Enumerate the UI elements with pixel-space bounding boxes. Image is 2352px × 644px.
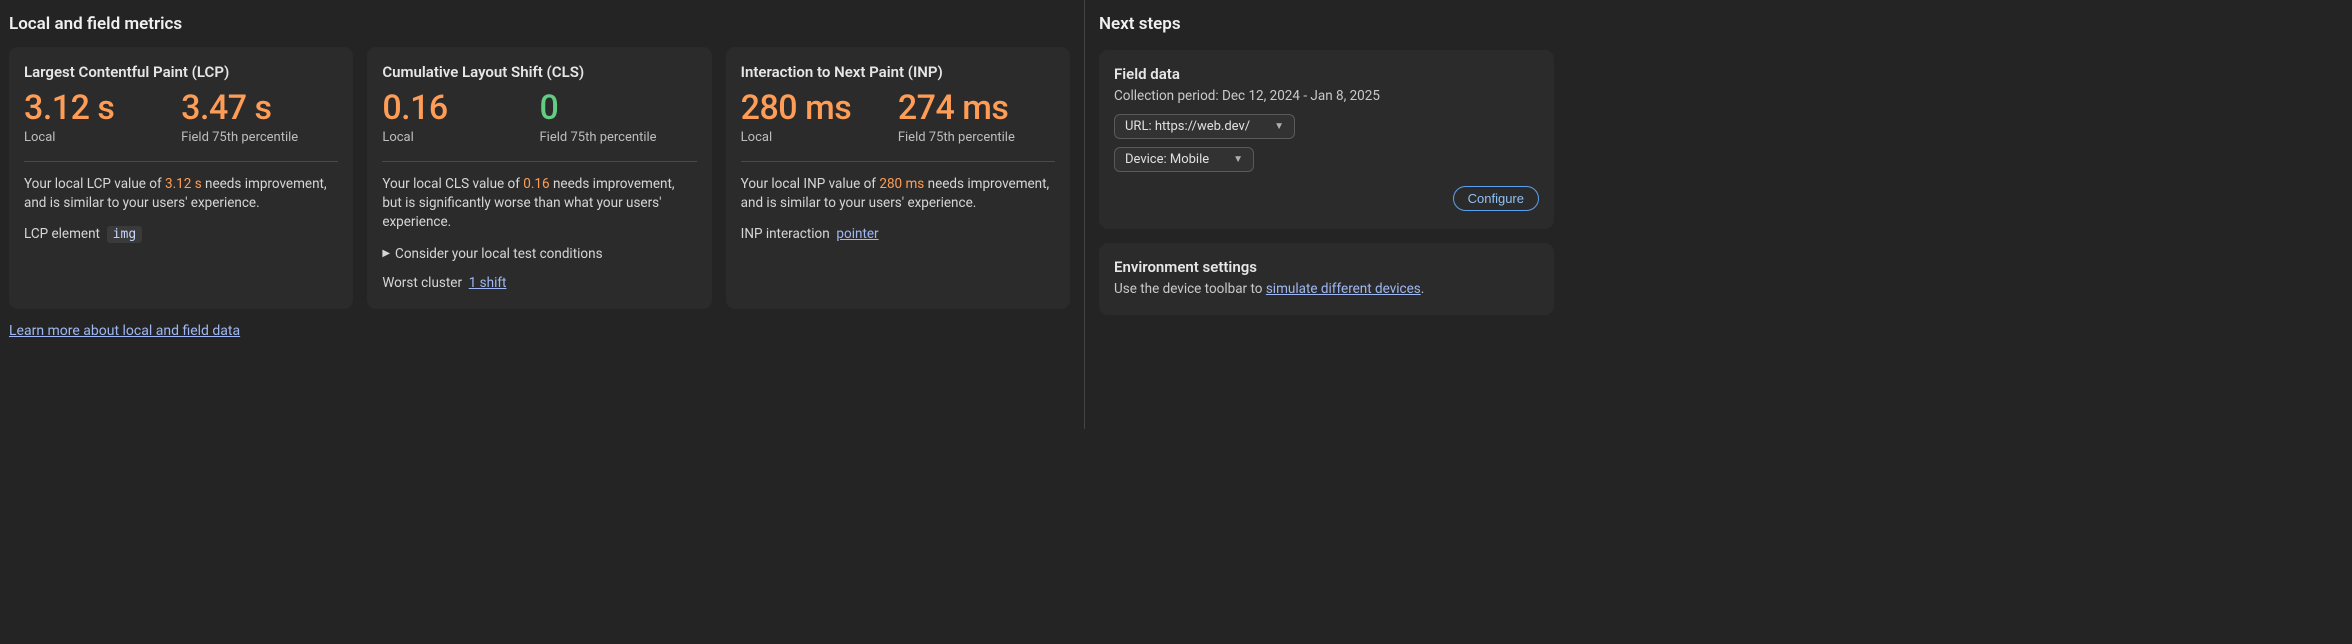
- inp-local-metric: 280 ms Local: [741, 88, 898, 147]
- inp-interaction-label: INP interaction: [741, 226, 830, 242]
- cls-field-value: 0: [540, 88, 697, 128]
- cls-expander[interactable]: ▶Consider your local test conditions: [382, 246, 696, 262]
- cls-local-value: 0.16: [382, 88, 539, 128]
- triangle-right-icon: ▶: [382, 248, 390, 259]
- inp-local-value: 280 ms: [741, 88, 898, 128]
- section-title-next-steps: Next steps: [1099, 14, 1554, 34]
- cls-description: Your local CLS value of 0.16 needs impro…: [382, 175, 696, 232]
- chevron-down-icon: ▼: [1274, 121, 1284, 132]
- card-cls: Cumulative Layout Shift (CLS) 0.16 Local…: [367, 47, 711, 309]
- card-lcp-title: Largest Contentful Paint (LCP): [24, 62, 338, 82]
- inp-description: Your local INP value of 280 ms needs imp…: [741, 175, 1055, 213]
- inp-field-metric: 274 ms Field 75th percentile: [898, 88, 1055, 147]
- divider: [741, 161, 1055, 162]
- lcp-element-row: LCP element img: [24, 226, 338, 242]
- lcp-field-value: 3.47 s: [181, 88, 338, 128]
- lcp-field-metric: 3.47 s Field 75th percentile: [181, 88, 338, 147]
- inp-interaction-row: INP interaction pointer: [741, 226, 1055, 242]
- divider: [24, 161, 338, 162]
- cls-cluster-link[interactable]: 1 shift: [469, 275, 507, 291]
- inp-field-label: Field 75th percentile: [898, 130, 1055, 147]
- environment-settings-block: Environment settings Use the device tool…: [1099, 243, 1554, 315]
- simulate-devices-link[interactable]: simulate different devices: [1266, 281, 1421, 297]
- card-cls-title: Cumulative Layout Shift (CLS): [382, 62, 696, 82]
- inp-interaction-link[interactable]: pointer: [836, 226, 878, 242]
- url-select[interactable]: URL: https://web.dev/ ▼: [1114, 114, 1295, 139]
- metrics-cards: Largest Contentful Paint (LCP) 3.12 s Lo…: [9, 47, 1070, 309]
- divider: [382, 161, 696, 162]
- environment-settings-title: Environment settings: [1114, 258, 1539, 276]
- cls-field-metric: 0 Field 75th percentile: [540, 88, 697, 147]
- field-data-title: Field data: [1114, 65, 1539, 83]
- lcp-field-label: Field 75th percentile: [181, 130, 338, 147]
- card-inp-title: Interaction to Next Paint (INP): [741, 62, 1055, 82]
- lcp-element-label: LCP element: [24, 226, 100, 242]
- cls-cluster-label: Worst cluster: [382, 275, 462, 291]
- lcp-description: Your local LCP value of 3.12 s needs imp…: [24, 175, 338, 213]
- cls-field-label: Field 75th percentile: [540, 130, 697, 147]
- environment-settings-desc: Use the device toolbar to simulate diffe…: [1114, 281, 1539, 297]
- card-lcp: Largest Contentful Paint (LCP) 3.12 s Lo…: [9, 47, 353, 309]
- lcp-element-chip[interactable]: img: [107, 226, 142, 243]
- card-inp: Interaction to Next Paint (INP) 280 ms L…: [726, 47, 1070, 309]
- field-data-collection: Collection period: Dec 12, 2024 - Jan 8,…: [1114, 88, 1539, 104]
- inp-field-value: 274 ms: [898, 88, 1055, 128]
- field-data-block: Field data Collection period: Dec 12, 20…: [1099, 50, 1554, 229]
- cls-local-label: Local: [382, 130, 539, 147]
- cls-cluster-row: Worst cluster 1 shift: [382, 275, 696, 291]
- lcp-local-label: Local: [24, 130, 181, 147]
- cls-local-metric: 0.16 Local: [382, 88, 539, 147]
- section-title-metrics: Local and field metrics: [9, 14, 1070, 34]
- device-select[interactable]: Device: Mobile ▼: [1114, 147, 1254, 172]
- lcp-local-metric: 3.12 s Local: [24, 88, 181, 147]
- configure-button[interactable]: Configure: [1453, 186, 1539, 211]
- inp-local-label: Local: [741, 130, 898, 147]
- learn-more-link[interactable]: Learn more about local and field data: [9, 323, 240, 339]
- chevron-down-icon: ▼: [1233, 154, 1243, 165]
- lcp-local-value: 3.12 s: [24, 88, 181, 128]
